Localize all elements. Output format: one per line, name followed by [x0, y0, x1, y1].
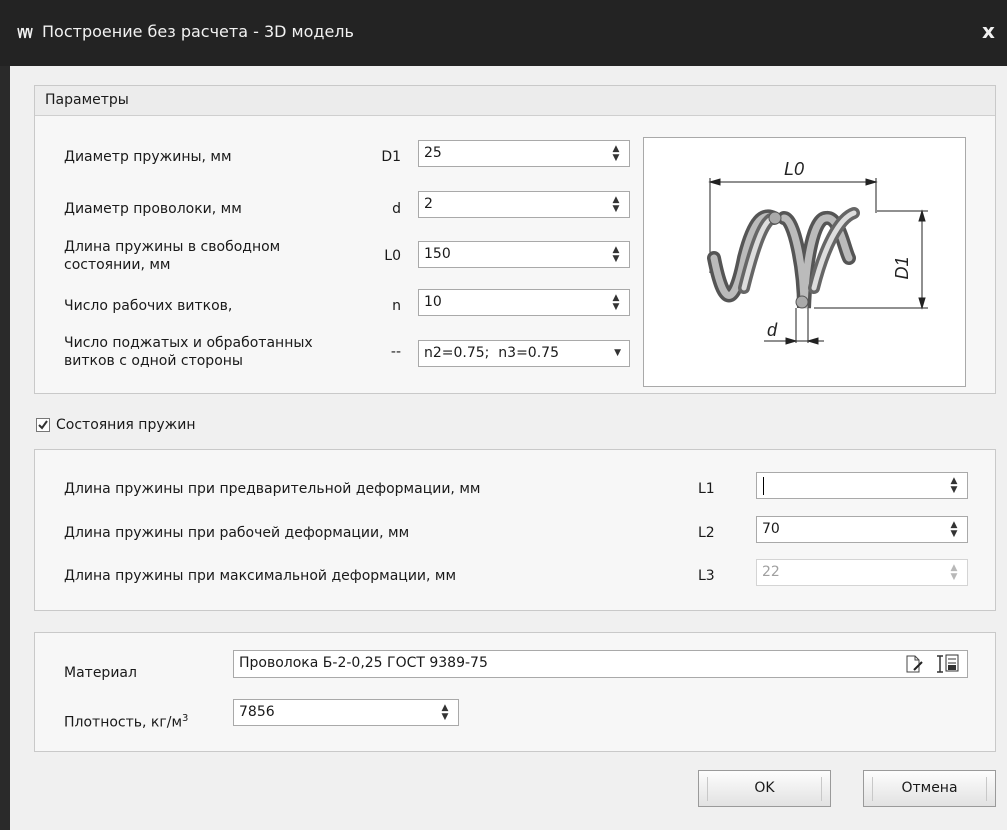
state-input-l1[interactable]: ▲ ▼: [756, 472, 968, 499]
param-label-coils: Число поджатых и обработанных витков с о…: [64, 335, 313, 369]
param-symbol-n: n: [392, 298, 401, 314]
param-label-d: Диаметр проволоки, мм: [64, 201, 242, 217]
spin-arrows-icon[interactable]: ▲ ▼: [611, 196, 621, 214]
text-caret: [763, 477, 764, 495]
diagram-label-l0: L0: [784, 159, 804, 179]
state-symbol-l1: L1: [698, 481, 715, 497]
state-input-l3: 22 ▲ ▼: [756, 559, 968, 586]
param-input-l0[interactable]: 150 ▲ ▼: [418, 241, 630, 268]
density-input[interactable]: 7856 ▲ ▼: [233, 699, 459, 726]
density-value: 7856: [239, 704, 275, 720]
close-icon[interactable]: x: [982, 20, 1004, 42]
ok-button[interactable]: OK: [698, 770, 831, 807]
param-value-l0: 150: [424, 246, 451, 262]
window-title: Построение без расчета - 3D модель: [42, 22, 354, 41]
param-input-d1[interactable]: 25 ▲ ▼: [418, 140, 630, 167]
state-input-l2[interactable]: 70 ▲ ▼: [756, 516, 968, 543]
param-value-d: 2: [424, 196, 433, 212]
state-value-l3: 22: [762, 564, 780, 580]
state-label-l1: Длина пружины при предварительной деформ…: [64, 481, 481, 497]
spin-arrows-icon: ▲ ▼: [950, 563, 958, 582]
spin-arrows-icon[interactable]: ▲ ▼: [440, 704, 450, 722]
param-input-n[interactable]: 10 ▲ ▼: [418, 289, 630, 316]
states-checkbox-label[interactable]: Состояния пружин: [56, 416, 196, 434]
param-symbol-coils: --: [390, 344, 401, 360]
app-icon: [16, 23, 36, 43]
checkbox-check-icon: [38, 420, 48, 430]
edit-document-icon[interactable]: [904, 654, 926, 674]
param-value-coils: n2=0.75; n3=0.75: [424, 345, 559, 361]
param-select-coils[interactable]: n2=0.75; n3=0.75 ▼: [418, 340, 630, 367]
param-symbol-l0: L0: [384, 248, 401, 264]
spin-arrows-icon[interactable]: ▲ ▼: [611, 145, 621, 163]
param-value-d1: 25: [424, 145, 442, 161]
states-checkbox[interactable]: [36, 418, 50, 432]
param-label-n: Число рабочих витков,: [64, 298, 233, 314]
param-symbol-d1: D1: [381, 149, 401, 165]
select-material-icon[interactable]: [934, 653, 960, 675]
diagram-label-d1: D1: [892, 256, 912, 279]
spin-arrows-icon[interactable]: ▲ ▼: [611, 294, 621, 312]
state-value-l2: 70: [762, 521, 780, 537]
spin-arrows-icon[interactable]: ▲ ▼: [949, 477, 959, 495]
spin-arrows-icon[interactable]: ▲ ▼: [949, 521, 959, 539]
params-title: Параметры: [45, 92, 129, 108]
state-label-l2: Длина пружины при рабочей деформации, мм: [64, 525, 410, 541]
density-label-text: Плотность, кг/м: [64, 714, 183, 731]
spring-diagram: L0 D1 d: [643, 137, 966, 387]
state-label-l3: Длина пружины при максимальной деформаци…: [64, 568, 457, 584]
dropdown-arrow-icon[interactable]: ▼: [614, 348, 621, 358]
param-label-d1: Диаметр пружины, мм: [64, 149, 232, 165]
param-symbol-d: d: [392, 201, 401, 217]
param-value-n: 10: [424, 294, 442, 310]
material-field[interactable]: Проволока Б-2-0,25 ГОСТ 9389-75: [233, 650, 968, 678]
density-label-sup: 3: [182, 713, 189, 724]
cancel-button[interactable]: Отмена: [863, 770, 996, 807]
diagram-label-d: d: [767, 320, 778, 340]
title-bar: Построение без расчета - 3D модель x: [0, 0, 1007, 66]
material-value: Проволока Б-2-0,25 ГОСТ 9389-75: [239, 655, 488, 671]
param-label-l0: Длина пружины в свободном состоянии, мм: [64, 239, 281, 273]
density-label: Плотность, кг/м3: [64, 710, 188, 732]
state-symbol-l3: L3: [698, 568, 715, 584]
param-input-d[interactable]: 2 ▲ ▼: [418, 191, 630, 218]
material-label: Материал: [64, 665, 137, 681]
state-symbol-l2: L2: [698, 525, 715, 541]
spin-arrows-icon[interactable]: ▲ ▼: [611, 246, 621, 264]
params-panel-header: Параметры: [35, 86, 995, 116]
